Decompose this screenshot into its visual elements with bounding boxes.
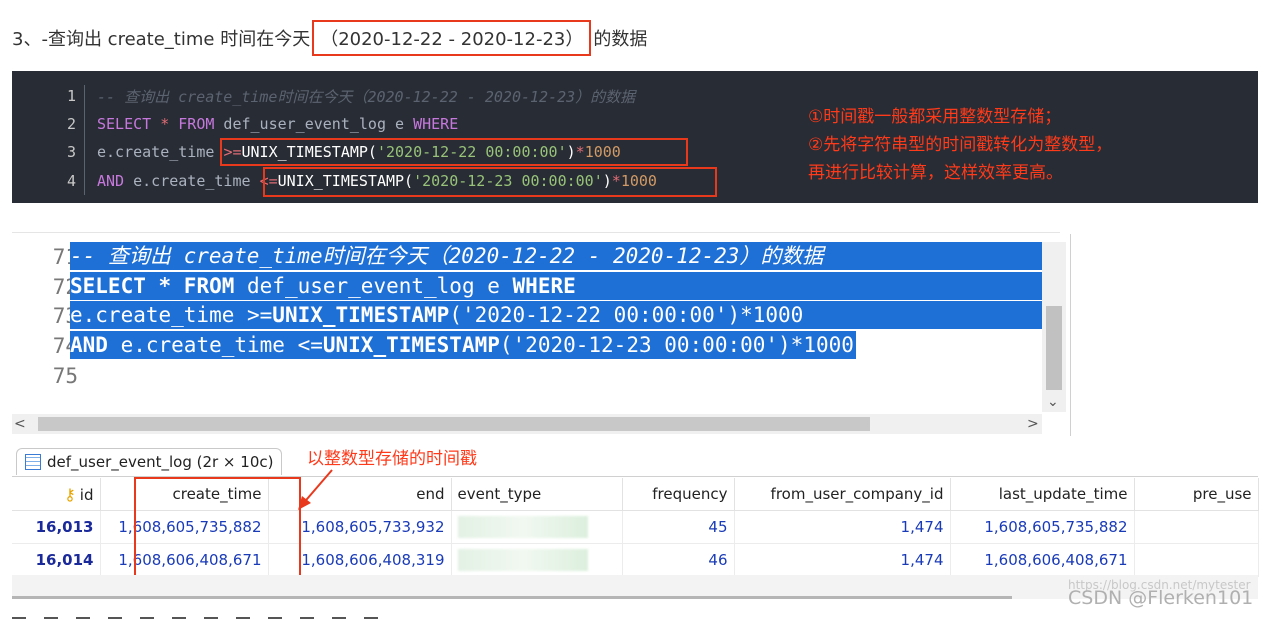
annotation-label: 以整数型存储的时间戳 (307, 449, 477, 469)
cell-id[interactable]: 16,013 (12, 510, 101, 544)
cell-frequency[interactable]: 45 (622, 510, 735, 544)
heading-prefix: 3、-查询出 create_time 时间在今天 (12, 29, 311, 50)
func: UNIX_TIMESTAMP (322, 333, 500, 357)
highlight-box-line4 (263, 167, 717, 197)
star: * (145, 274, 184, 298)
scroll-down-icon[interactable]: ⌄ (1047, 394, 1059, 410)
cell-from-user-company-id[interactable]: 1,474 (734, 510, 951, 544)
gutter-divider (84, 85, 85, 195)
heading-date-range-highlight: （2020-12-22 - 2020-12-23） (312, 20, 592, 56)
note-3: 再进行比较计算，这样效率更高。 (808, 163, 1063, 183)
sql-editor[interactable]: 71 72 73 74 75 -- 查询出 create_time时间在今天（2… (12, 232, 1060, 435)
note-1: ①时间戳一般都采用整数型存储； (808, 107, 1062, 127)
section-heading: 3、-查询出 create_time 时间在今天 （2020-12-22 - 20… (12, 20, 647, 56)
field: e.create_time >= (70, 303, 273, 327)
heading-suffix: 的数据 (593, 29, 648, 50)
scrollbar-thumb[interactable] (38, 417, 870, 431)
column-header-from-user-company-id[interactable]: from_user_company_id (734, 478, 951, 511)
field: e.create_time <= (107, 333, 323, 357)
highlight-box-create-time (134, 477, 301, 581)
cut-off-text-fragment (12, 606, 432, 619)
sql-comment: -- 查询出 create_time时间在今天（2020-12-22 - 202… (97, 88, 636, 106)
kw-and: AND (70, 333, 108, 357)
editor-line-74: AND e.create_time <=UNIX_TIMESTAMP('2020… (70, 331, 856, 359)
highlight-box-line3 (220, 138, 688, 166)
column-header-pre-use[interactable]: pre_use (1134, 478, 1259, 511)
cell-pre-use[interactable] (1134, 543, 1259, 577)
column-header-id[interactable]: ⚷ id (12, 478, 101, 511)
line-number: 75 (52, 364, 78, 388)
line-number: 1 (66, 87, 76, 105)
kw-and: AND (97, 172, 125, 190)
column-header-frequency[interactable]: frequency (622, 478, 735, 511)
redacted-value (457, 549, 588, 571)
editor-line-71: -- 查询出 create_time时间在今天（2020-12-22 - 202… (70, 242, 1044, 270)
line-number: 2 (66, 115, 76, 133)
kw-select: SELECT (97, 115, 152, 133)
editor-line-72: SELECT * FROM def_user_event_log e WHERE (70, 272, 1044, 300)
scroll-left-icon[interactable]: < (14, 416, 26, 432)
redacted-value (457, 516, 588, 538)
table-grid-icon (25, 454, 41, 470)
editor-horizontal-scrollbar[interactable] (12, 414, 1042, 434)
note-2: ②先将字符串型的时间戳转化为整数型， (808, 135, 1113, 155)
line-number: 4 (66, 172, 76, 190)
table-name: def_user_event_log e (234, 274, 513, 298)
result-tab[interactable]: def_user_event_log (2r × 10c) (16, 448, 283, 475)
kw-where: WHERE (512, 274, 576, 298)
sql-code-block: 1 2 3 4 -- 查询出 create_time时间在今天（2020-12-… (12, 71, 1258, 203)
scrollbar-thumb[interactable] (1046, 306, 1062, 390)
result-tab-label: def_user_event_log (2r × 10c) (47, 453, 274, 471)
editor-line-73: e.create_time >=UNIX_TIMESTAMP('2020-12-… (70, 301, 1044, 329)
cell-frequency[interactable]: 46 (622, 543, 735, 577)
column-header-last-update-time[interactable]: last_update_time (950, 478, 1135, 511)
code-line-1: -- 查询出 create_time时间在今天（2020-12-22 - 202… (97, 86, 635, 107)
cell-pre-use[interactable] (1134, 510, 1259, 544)
editor-vertical-scrollbar[interactable] (1042, 242, 1066, 412)
primary-key-icon: ⚷ (64, 484, 76, 504)
table-name: def_user_event_log e (214, 115, 414, 133)
kw-from: FROM (178, 115, 215, 133)
cell-last-update-time[interactable]: 1,608,606,408,671 (950, 543, 1135, 577)
cell-event-type[interactable] (451, 510, 623, 544)
cell-id[interactable]: 16,014 (12, 543, 101, 577)
code-line-2: SELECT * FROM def_user_event_log e WHERE (97, 115, 458, 133)
star: * (151, 115, 179, 133)
kw-from: FROM (183, 274, 235, 298)
scrollbar-thumb[interactable] (12, 596, 1012, 599)
cell-last-update-time[interactable]: 1,608,605,735,882 (950, 510, 1135, 544)
watermark: CSDN @Flerken101 (1068, 587, 1254, 609)
line-number: 3 (66, 143, 76, 161)
args: ('2020-12-23 00:00:00')*1000 (499, 333, 854, 357)
scroll-right-icon[interactable]: > (1027, 416, 1039, 432)
func: UNIX_TIMESTAMP (272, 303, 450, 327)
kw-where: WHERE (413, 115, 459, 133)
cell-event-type[interactable] (451, 543, 623, 577)
panel-divider (1070, 234, 1071, 436)
cell-from-user-company-id[interactable]: 1,474 (734, 543, 951, 577)
field: e.create_time (124, 172, 260, 190)
kw-select: SELECT (70, 274, 146, 298)
args: ('2020-12-22 00:00:00')*1000 (449, 303, 804, 327)
field: e.create_time (97, 143, 224, 161)
column-header-event-type[interactable]: event_type (451, 478, 623, 511)
